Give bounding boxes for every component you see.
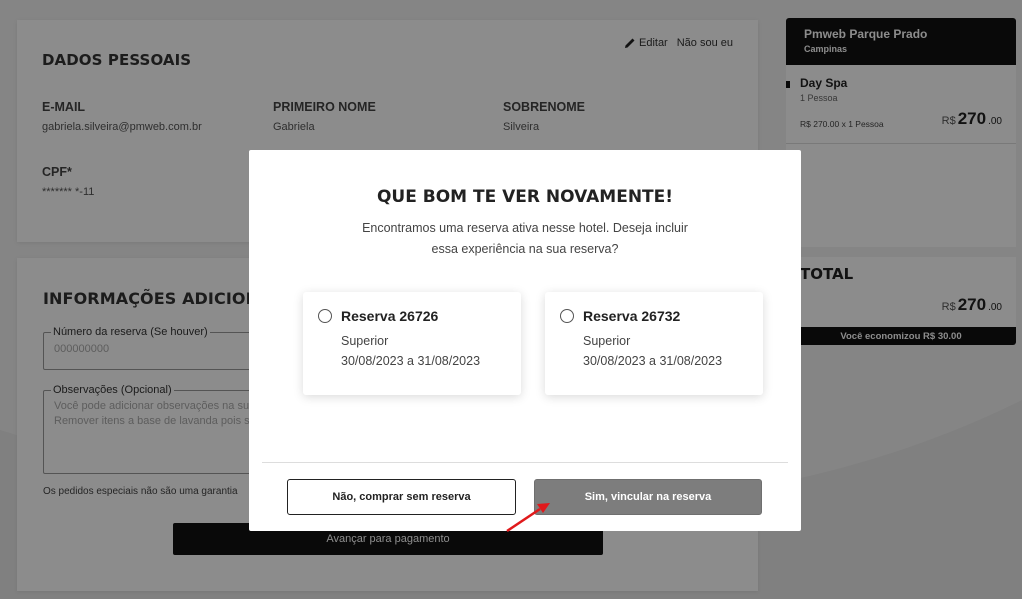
buy-without-reservation-button[interactable]: Não, comprar sem reserva	[287, 479, 516, 515]
reservation-dates: 30/08/2023 a 31/08/2023	[583, 354, 723, 368]
modal-text: Encontramos uma reserva ativa nesse hote…	[349, 218, 701, 260]
modal-text-line1: Encontramos uma reserva ativa nesse hote…	[362, 221, 688, 235]
reservation-room: Superior	[583, 334, 631, 348]
reservation-option-2[interactable]: Reserva 26732 Superior 30/08/2023 a 31/0…	[545, 292, 763, 395]
modal-title: QUE BOM TE VER NOVAMENTE!	[376, 187, 674, 207]
reservation-title: Reserva 26732	[583, 308, 681, 324]
modal-divider	[262, 462, 788, 463]
reservation-option-1[interactable]: Reserva 26726 Superior 30/08/2023 a 31/0…	[303, 292, 521, 395]
reservation-room: Superior	[341, 334, 389, 348]
radio-button[interactable]	[318, 309, 332, 323]
reservation-modal: QUE BOM TE VER NOVAMENTE! Encontramos um…	[249, 150, 801, 531]
modal-text-line2: essa experiência na sua reserva?	[431, 242, 619, 256]
reservation-title: Reserva 26726	[341, 308, 439, 324]
reservation-dates: 30/08/2023 a 31/08/2023	[341, 354, 481, 368]
link-to-reservation-button[interactable]: Sim, vincular na reserva	[534, 479, 762, 515]
radio-button[interactable]	[560, 309, 574, 323]
